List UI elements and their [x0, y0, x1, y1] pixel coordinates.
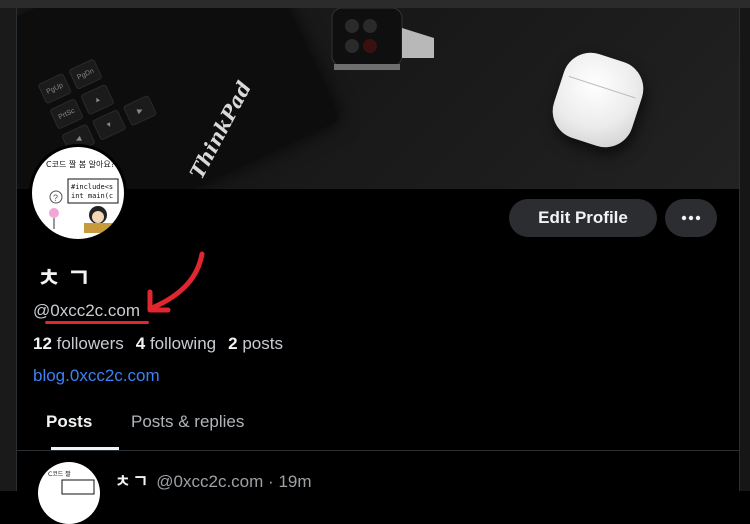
- scrollbar-track[interactable]: [740, 8, 750, 491]
- tab-posts[interactable]: Posts: [46, 412, 92, 432]
- keyboard-key: PgDn: [68, 58, 103, 91]
- followers-stat[interactable]: 12 followers: [33, 334, 124, 354]
- profile-tabs: Posts Posts & replies: [17, 400, 739, 450]
- website-link[interactable]: blog.0xcc2c.com: [33, 366, 160, 386]
- red-arrow-annotation: [147, 251, 205, 313]
- left-edge: [0, 8, 16, 491]
- avatar-cartoon: C코드 짤 봄 알아요? #include<s int main(c ?: [46, 159, 119, 233]
- avatar-caption: C코드 짤 봄 알아요?: [46, 159, 115, 169]
- red-underline-annotation: [45, 321, 149, 324]
- post-separator: ·: [268, 472, 274, 491]
- profile-avatar[interactable]: C코드 짤 봄 알아요? #include<s int main(c ?: [29, 144, 127, 242]
- following-stat[interactable]: 4 following: [136, 334, 216, 354]
- tabs-divider: [17, 450, 739, 451]
- keyboard-key: ▶: [122, 94, 158, 127]
- display-name: ㅊㄱ: [37, 263, 97, 293]
- keyboard-key: ▲: [79, 83, 115, 116]
- post-author-avatar[interactable]: C코드 짤: [38, 462, 100, 524]
- edit-profile-button[interactable]: Edit Profile: [509, 199, 657, 237]
- post-time[interactable]: 19m: [278, 472, 311, 491]
- more-options-button[interactable]: [665, 199, 717, 237]
- airpods-case-photo: [545, 45, 651, 155]
- post-author-name[interactable]: ㅊㄱ: [115, 472, 150, 491]
- profile-stats: 12 followers 4 following 2 posts: [33, 334, 283, 354]
- more-horizontal-icon: [681, 215, 701, 221]
- tab-posts-replies[interactable]: Posts & replies: [131, 412, 244, 432]
- svg-text:?: ?: [53, 193, 58, 203]
- posts-stat: 2 posts: [228, 334, 283, 353]
- post-header: ㅊㄱ @0xcc2c.com · 19m: [115, 467, 312, 492]
- post-author-handle[interactable]: @0xcc2c.com: [156, 472, 263, 491]
- window-top-bar: [0, 0, 750, 8]
- profile-handle: @0xcc2c.com: [33, 301, 141, 320]
- keyboard-key: ▼: [91, 109, 127, 141]
- profile-banner[interactable]: PgUp PgDn PrtSc ▲ ◀ ▼ ▶ ThinkPad: [17, 8, 739, 189]
- car-key-photo: [331, 8, 434, 70]
- keyboard-key: PrtSc: [49, 98, 84, 130]
- svg-text:C코드 짤: C코드 짤: [48, 470, 71, 478]
- avatar-code: #include<s int main(c: [71, 183, 113, 200]
- keyboard-key: PgUp: [37, 72, 73, 105]
